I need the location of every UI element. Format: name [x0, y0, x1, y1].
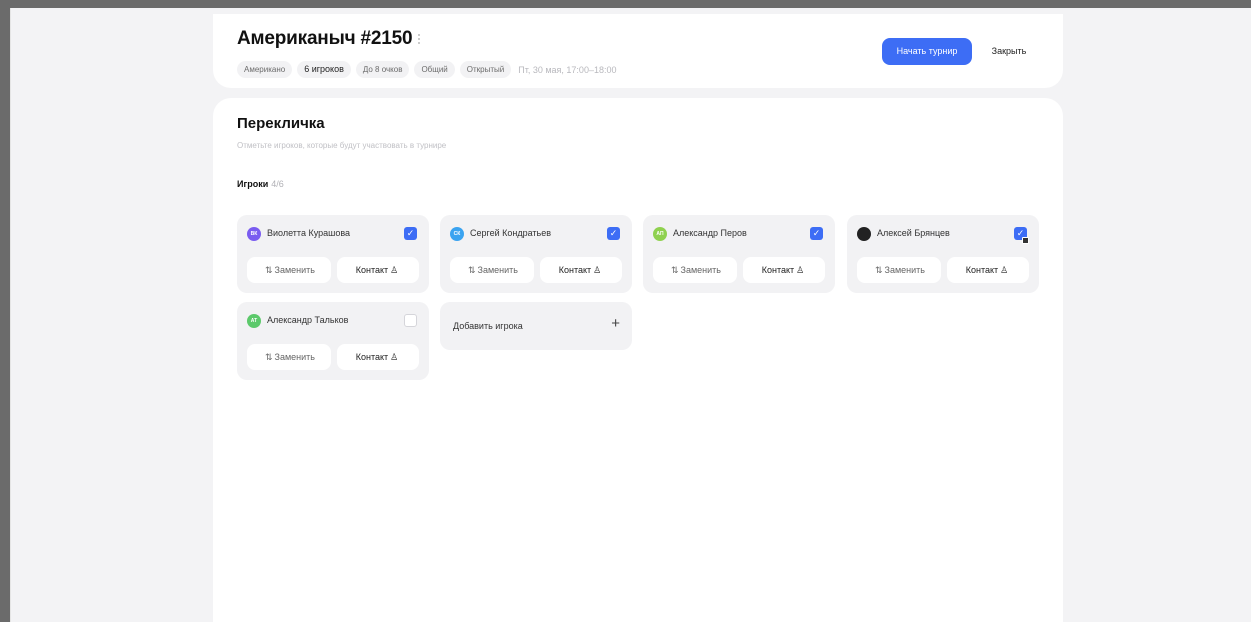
- replace-label: Заменить: [680, 265, 721, 275]
- player-card: АТ Александр Тальков ⇅ Заменить Контакт ♙: [237, 302, 429, 380]
- tag-type: Общий: [414, 61, 455, 78]
- section-subtitle: Отметьте игроков, которые будут участвов…: [237, 141, 447, 150]
- add-player-button[interactable]: Добавить игрока +: [440, 302, 632, 350]
- check-icon: ✓: [812, 228, 821, 238]
- contact-label: Контакт: [761, 265, 795, 275]
- player-card: Алексей Брянцев ✓ ⇅ Заменить Контакт ♙: [847, 215, 1039, 293]
- start-tournament-button[interactable]: Начать турнир: [882, 38, 972, 65]
- swap-icon: ⇅: [265, 352, 273, 362]
- player-name: Александр Перов: [673, 228, 747, 238]
- more-options-icon[interactable]: [418, 34, 421, 44]
- user-icon: ♙: [593, 265, 602, 275]
- replace-button[interactable]: ⇅ Заменить: [247, 257, 331, 283]
- avatar: ВК: [247, 227, 261, 241]
- add-player-label: Добавить игрока: [453, 321, 523, 331]
- tag-players: 6 игроков: [297, 61, 351, 78]
- swap-icon: ⇅: [875, 265, 883, 275]
- tag-access: Открытый: [459, 61, 512, 78]
- user-icon: ♙: [390, 265, 399, 275]
- contact-label: Контакт: [355, 352, 389, 362]
- section-title: Перекличка: [237, 115, 325, 132]
- user-icon: ♙: [1000, 265, 1009, 275]
- contact-button[interactable]: Контакт ♙: [743, 257, 825, 283]
- replace-label: Заменить: [274, 352, 315, 362]
- contact-label: Контакт: [965, 265, 999, 275]
- player-card: АП Александр Перов ✓ ⇅ Заменить Контакт ♙: [643, 215, 835, 293]
- cursor-badge-icon: [1022, 237, 1029, 244]
- window-frame-top: [0, 0, 1251, 8]
- swap-icon: ⇅: [671, 265, 679, 275]
- replace-button[interactable]: ⇅ Заменить: [450, 257, 534, 283]
- user-icon: ♙: [390, 352, 399, 362]
- check-icon: ✓: [406, 228, 415, 238]
- close-button[interactable]: Закрыть: [979, 38, 1039, 65]
- tournament-header: Американыч #2150 Американо 6 игроков До …: [213, 14, 1063, 88]
- player-card: СК Сергей Кондратьев ✓ ⇅ Заменить Контакт…: [440, 215, 632, 293]
- tournament-date: Пт, 30 мая, 17:00–18:00: [518, 64, 617, 75]
- player-name: Сергей Кондратьев: [470, 228, 552, 238]
- player-card: ВК Виолетта Курашова ✓ ⇅ Заменить Контакт…: [237, 215, 429, 293]
- replace-label: Заменить: [477, 265, 518, 275]
- attendance-checkbox[interactable]: ✓: [607, 227, 620, 240]
- players-label: Игроки 4/6: [237, 179, 284, 189]
- page-title: Американыч #2150: [237, 28, 413, 49]
- tag-format: Американо: [237, 61, 293, 78]
- replace-button[interactable]: ⇅ Заменить: [857, 257, 941, 283]
- player-name: Александр Тальков: [267, 315, 349, 325]
- title-row: Американыч #2150: [237, 28, 421, 50]
- user-icon: ♙: [796, 265, 805, 275]
- swap-icon: ⇅: [468, 265, 476, 275]
- attendance-checkbox[interactable]: ✓: [404, 227, 417, 240]
- attendance-checkbox[interactable]: [404, 314, 417, 327]
- players-label-text: Игроки: [237, 179, 269, 189]
- plus-icon: +: [611, 315, 620, 332]
- contact-label: Контакт: [355, 265, 389, 275]
- check-icon: ✓: [609, 228, 618, 238]
- replace-button[interactable]: ⇅ Заменить: [653, 257, 737, 283]
- contact-button[interactable]: Контакт ♙: [540, 257, 622, 283]
- player-name: Алексей Брянцев: [877, 228, 950, 238]
- players-count: 4/6: [271, 179, 284, 189]
- replace-label: Заменить: [884, 265, 925, 275]
- avatar: АП: [653, 227, 667, 241]
- contact-button[interactable]: Контакт ♙: [337, 257, 419, 283]
- window-frame-left: [0, 0, 10, 622]
- attendance-checkbox[interactable]: ✓: [810, 227, 823, 240]
- replace-button[interactable]: ⇅ Заменить: [247, 344, 331, 370]
- contact-button[interactable]: Контакт ♙: [947, 257, 1029, 283]
- tag-points: До 8 очков: [355, 61, 410, 78]
- tournament-tags: Американо 6 игроков До 8 очков Общий Отк…: [237, 61, 616, 78]
- avatar-photo: [857, 227, 871, 241]
- replace-label: Заменить: [274, 265, 315, 275]
- window-frame-divider: [10, 8, 11, 622]
- swap-icon: ⇅: [265, 265, 273, 275]
- rollcall-panel: Перекличка Отметьте игроков, которые буд…: [213, 98, 1063, 622]
- contact-label: Контакт: [558, 265, 592, 275]
- contact-button[interactable]: Контакт ♙: [337, 344, 419, 370]
- player-name: Виолетта Курашова: [267, 228, 351, 238]
- avatar: СК: [450, 227, 464, 241]
- avatar: АТ: [247, 314, 261, 328]
